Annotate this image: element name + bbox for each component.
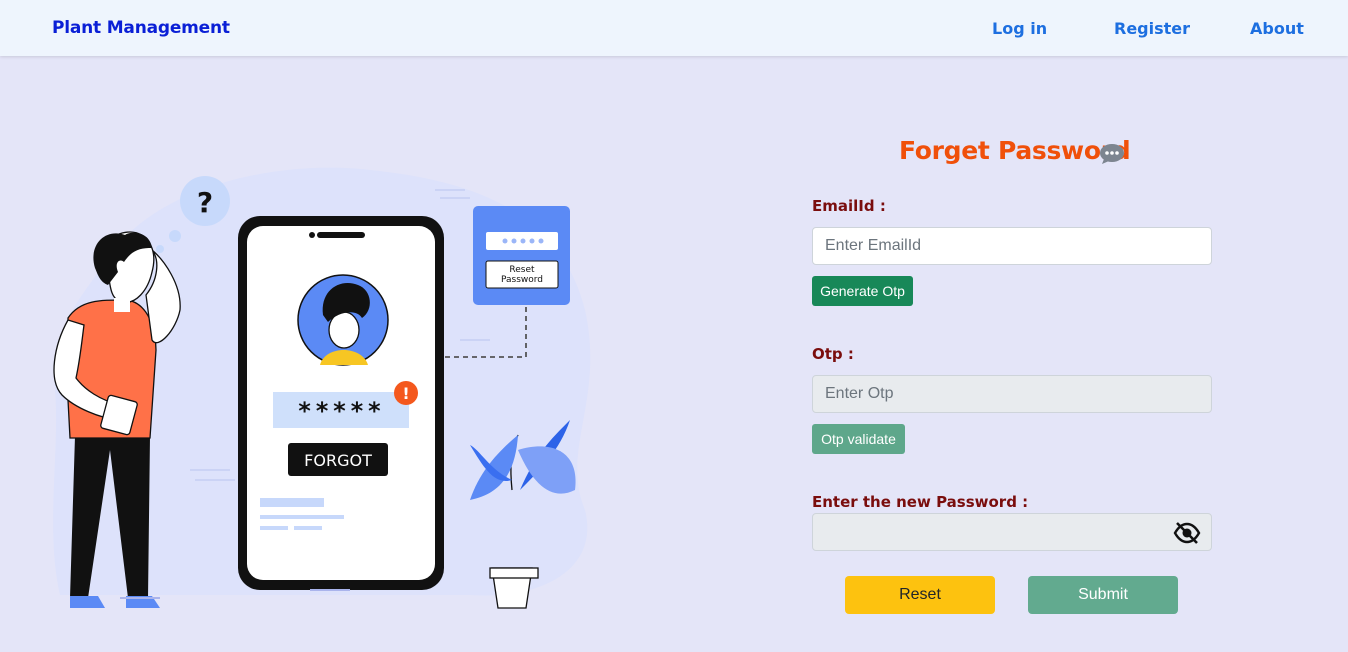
- svg-text:!: !: [402, 384, 409, 403]
- chat-bubble-icon: [1100, 144, 1124, 164]
- otp-label: Otp :: [812, 345, 854, 363]
- new-password-label: Enter the new Password :: [812, 493, 1029, 511]
- nav-login-link[interactable]: Log in: [992, 19, 1047, 38]
- submit-button[interactable]: Submit: [1028, 576, 1178, 614]
- navbar: Plant Management Log in Register About: [0, 0, 1348, 56]
- email-input[interactable]: [812, 227, 1212, 265]
- page-title: Forget Password: [899, 136, 1131, 165]
- new-password-input[interactable]: [812, 513, 1212, 551]
- reset-button[interactable]: Reset: [845, 576, 995, 614]
- brand-link[interactable]: Plant Management: [52, 18, 230, 38]
- email-label: EmailId :: [812, 197, 886, 215]
- password-mask-text: *****: [297, 397, 384, 425]
- forgot-label: FORGOT: [304, 451, 372, 470]
- svg-text:Password: Password: [501, 275, 543, 285]
- forgot-password-illustration: ***** ! FORGOT Reset Password ?: [53, 167, 591, 609]
- eye-slash-icon[interactable]: [1172, 520, 1202, 546]
- nav-register-link[interactable]: Register: [1114, 19, 1190, 38]
- otp-validate-button[interactable]: Otp validate: [812, 424, 905, 454]
- question-mark: ?: [197, 186, 213, 219]
- generate-otp-button[interactable]: Generate Otp: [812, 276, 913, 306]
- otp-input[interactable]: [812, 375, 1212, 413]
- svg-text:Reset: Reset: [509, 265, 535, 275]
- nav-about-link[interactable]: About: [1250, 19, 1304, 38]
